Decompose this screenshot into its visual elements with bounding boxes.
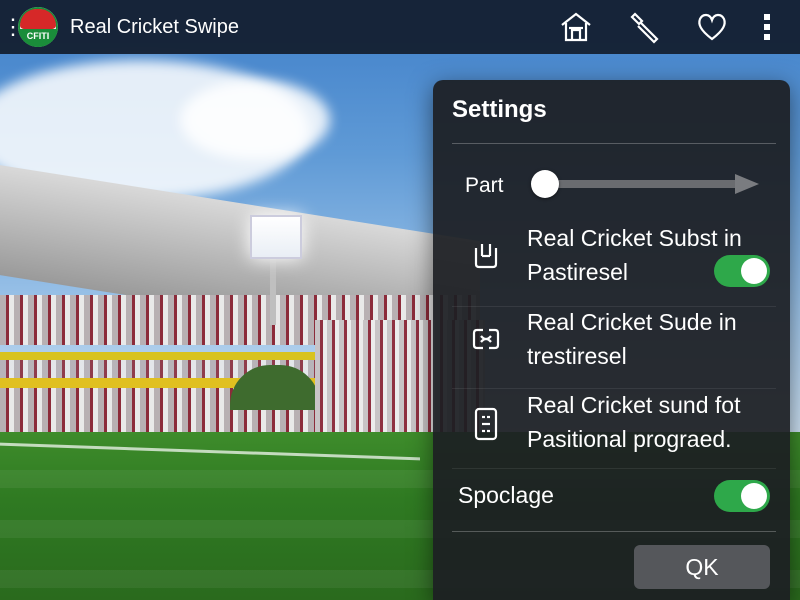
option-3-text[interactable]: Real Cricket sund fot Pasitional prograe… — [527, 388, 777, 456]
top-actions — [536, 0, 782, 54]
floodlight — [250, 215, 302, 259]
option-1-line-1: Real Cricket Subst in — [527, 225, 742, 251]
more-vertical-icon — [764, 14, 770, 40]
device-icon — [471, 240, 501, 270]
part-slider-thumb[interactable] — [531, 170, 559, 198]
link-icon — [471, 324, 501, 354]
option-2-line-1: Real Cricket Sude in — [527, 309, 737, 335]
part-slider-track[interactable] — [545, 180, 741, 188]
app-title: Real Cricket Swipe — [70, 15, 239, 38]
settings-title: Settings — [452, 96, 547, 123]
home-icon — [561, 12, 591, 42]
tools-button[interactable] — [616, 0, 672, 54]
divider — [452, 531, 776, 532]
wrench-icon — [630, 12, 659, 44]
toggle-knob — [741, 483, 767, 509]
slider-arrow-icon — [735, 174, 759, 194]
more-options-button[interactable] — [752, 0, 782, 54]
tablet-icon — [471, 407, 501, 441]
menu-icon[interactable]: ⋮ — [2, 16, 24, 38]
cloud — [180, 80, 330, 160]
floodlight-pole — [270, 255, 276, 325]
option-2-line-2: trestiresel — [527, 343, 627, 369]
option-3-line-2: Pasitional prograed. — [527, 426, 732, 452]
ok-button[interactable]: QK — [634, 545, 770, 589]
option-1-toggle[interactable] — [714, 255, 770, 287]
divider — [452, 468, 776, 469]
toggle-knob — [741, 258, 767, 284]
home-button[interactable] — [548, 0, 604, 54]
heart-icon — [698, 13, 726, 41]
settings-panel: Settings Part Real Cricket Subst in Past… — [433, 80, 790, 600]
option-3-line-1: Real Cricket sund fot — [527, 392, 741, 418]
option-2-text[interactable]: Real Cricket Sude in trestiresel — [527, 305, 777, 373]
logo-text: CFITI — [26, 31, 50, 41]
top-bar: ⋮ CFITI Real Cricket Swipe — [0, 0, 800, 54]
favorite-button[interactable] — [684, 0, 740, 54]
divider — [452, 143, 776, 144]
logo-cap — [20, 9, 56, 29]
app-logo: CFITI — [18, 7, 58, 47]
spoclage-label: Spoclage — [458, 482, 554, 508]
spoclage-toggle[interactable] — [714, 480, 770, 512]
slider-label: Part — [465, 174, 504, 197]
